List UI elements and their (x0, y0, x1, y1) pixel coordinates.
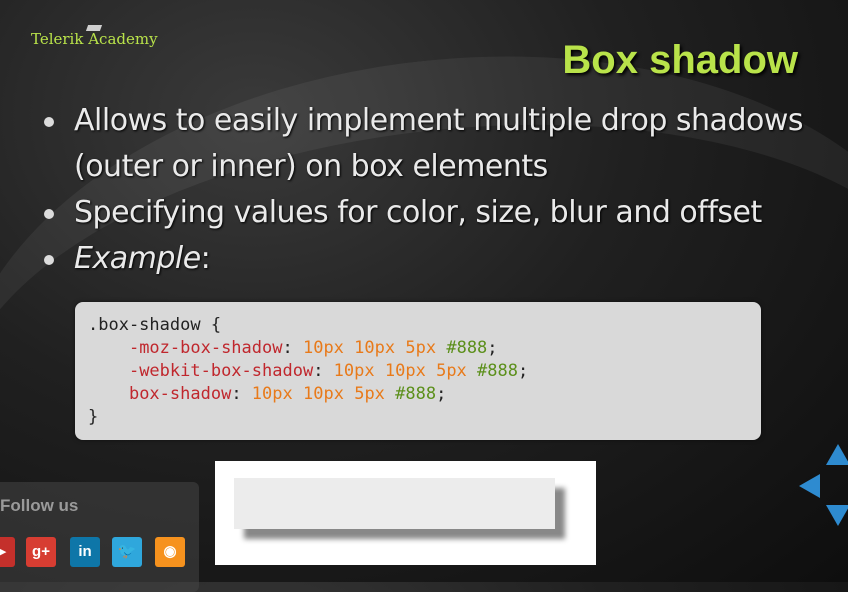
bullet-text-italic: Example (74, 241, 201, 276)
code-value: 10px (354, 338, 396, 358)
code-semicolon: ; (436, 384, 447, 404)
code-color: #888 (477, 361, 518, 381)
shadowed-box (234, 478, 555, 529)
code-property: box-shadow (128, 384, 232, 404)
code-line: .box-shadow { (88, 315, 222, 335)
code-value: 10px (302, 338, 344, 358)
code-property: -moz-box-shadow (128, 338, 283, 358)
code-line: } (88, 407, 99, 427)
code-colon: : (231, 384, 252, 404)
code-value: 10px (333, 361, 375, 381)
follow-us-panel: Follow us ▶ g+ in 🐦 ◉ (0, 482, 199, 592)
code-colon: : (313, 361, 334, 381)
google-plus-icon[interactable]: g+ (26, 537, 56, 567)
linkedin-icon[interactable]: in (70, 537, 100, 567)
box-shadow-demo (215, 461, 596, 565)
bullet-item: Example: (42, 236, 822, 282)
code-value: 10px (303, 384, 344, 404)
bullet-text: Specifying values for color, size, blur … (74, 195, 762, 230)
code-property: -webkit-box-shadow (128, 361, 314, 381)
bullet-item: Specifying values for color, size, blur … (42, 190, 822, 236)
bullet-text: Allows to easily implement multiple drop… (74, 103, 804, 184)
code-color: #888 (446, 338, 488, 358)
nav-down-arrow-icon[interactable] (826, 505, 848, 526)
code-value: 10px (251, 384, 293, 404)
bullet-item: Allows to easily implement multiple drop… (42, 98, 822, 190)
code-value: 5px (405, 338, 437, 358)
code-semicolon: ; (487, 338, 498, 358)
nav-up-arrow-icon[interactable] (826, 444, 848, 465)
code-colon: : (282, 338, 303, 358)
logo-text: Telerik Academy (31, 30, 158, 48)
code-value: 5px (436, 361, 467, 381)
graduation-cap-icon (85, 25, 103, 31)
follow-us-label: Follow us (0, 496, 79, 515)
code-value: 5px (354, 384, 385, 404)
youtube-icon[interactable]: ▶ (0, 537, 15, 567)
code-block: .box-shadow { -moz-box-shadow: 10px 10px… (75, 302, 761, 440)
telerik-academy-logo[interactable]: Telerik Academy (31, 25, 158, 48)
code-value: 10px (384, 361, 426, 381)
code-color: #888 (395, 384, 437, 404)
nav-left-arrow-icon[interactable] (799, 474, 820, 498)
code-semicolon: ; (518, 361, 529, 381)
bullet-list: Allows to easily implement multiple drop… (42, 98, 822, 282)
bullet-text-suffix: : (200, 241, 211, 276)
rss-icon[interactable]: ◉ (155, 537, 185, 567)
twitter-icon[interactable]: 🐦 (112, 537, 142, 567)
slide-title: Box shadow (562, 38, 798, 82)
